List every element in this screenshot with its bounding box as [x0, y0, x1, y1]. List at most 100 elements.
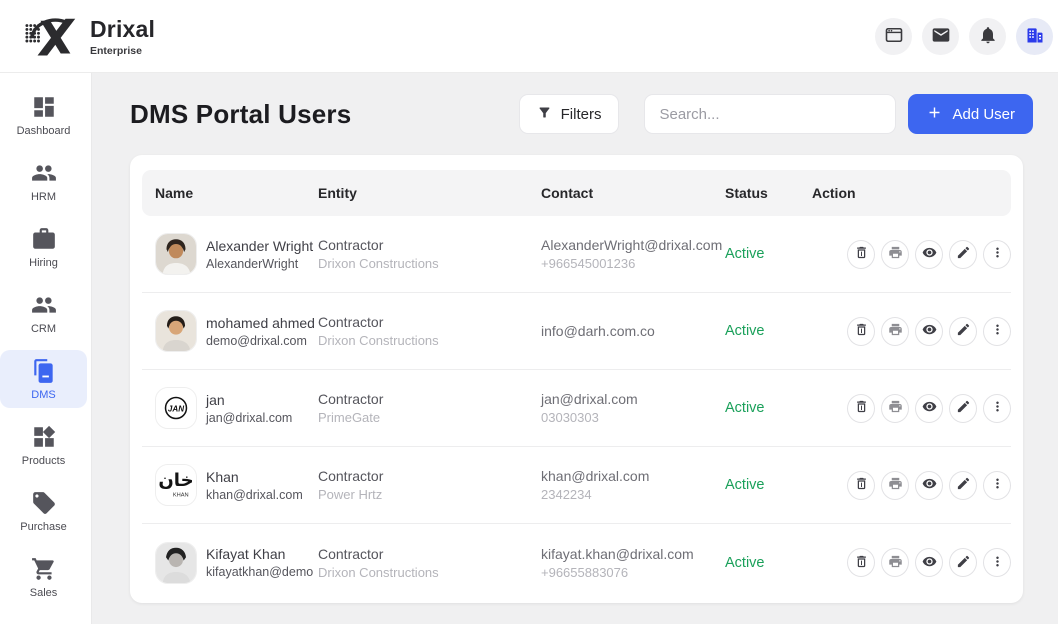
filters-button[interactable]: Filters	[519, 94, 620, 134]
user-name: Khan	[206, 469, 303, 485]
delete-button[interactable]	[847, 240, 875, 269]
photo-man-avatar	[155, 233, 197, 275]
column-header-name: Name	[142, 185, 305, 201]
more-vertical-icon	[990, 399, 1005, 417]
sidebar-item-dashboard[interactable]: Dashboard	[0, 86, 87, 144]
contact-email: jan@drixal.com	[541, 391, 712, 407]
status-badge: Active	[725, 246, 765, 262]
print-button[interactable]	[881, 471, 909, 500]
contact-phone: +96655883076	[541, 565, 712, 580]
table-header-row: NameEntityContactStatusAction	[142, 170, 1011, 216]
trash-icon	[854, 399, 869, 417]
contact-phone: 03030303	[541, 410, 712, 425]
more-button[interactable]	[983, 240, 1011, 269]
entity-type: Contractor	[318, 546, 528, 562]
view-button[interactable]	[915, 317, 943, 346]
contact-phone: +966545001236	[541, 256, 712, 271]
delete-button[interactable]	[847, 471, 875, 500]
search-input[interactable]	[644, 94, 896, 134]
printer-icon	[888, 399, 903, 417]
company-button[interactable]	[1016, 18, 1053, 55]
sidebar-item-products[interactable]: Products	[0, 416, 87, 474]
brand-tagline: Enterprise	[90, 45, 155, 57]
main-content: DMS Portal Users Filters Add User NameEn…	[92, 73, 1058, 624]
status-badge: Active	[725, 323, 765, 339]
edit-button[interactable]	[949, 394, 977, 423]
trash-icon	[854, 245, 869, 263]
printer-icon	[888, 322, 903, 340]
sidebar-item-purchase[interactable]: Purchase	[0, 482, 87, 540]
cart-icon	[31, 556, 57, 582]
entity-type: Contractor	[318, 391, 528, 407]
delete-button[interactable]	[847, 317, 875, 346]
status-badge: Active	[725, 555, 765, 571]
printer-icon	[888, 554, 903, 572]
eye-icon	[922, 554, 937, 572]
sidebar-item-label: Purchase	[20, 521, 66, 533]
plus-icon	[926, 104, 943, 125]
pencil-icon	[956, 476, 971, 494]
sidebar-item-hrm[interactable]: HRM	[0, 152, 87, 210]
more-button[interactable]	[983, 317, 1011, 346]
print-button[interactable]	[881, 548, 909, 577]
mail-icon	[931, 25, 951, 48]
contact-phone: 2342234	[541, 487, 712, 502]
view-button[interactable]	[915, 240, 943, 269]
eye-icon	[922, 322, 937, 340]
view-button[interactable]	[915, 548, 943, 577]
building-icon	[1025, 25, 1045, 48]
more-button[interactable]	[983, 548, 1011, 577]
sidebar-item-pos[interactable]: POS	[0, 614, 87, 624]
print-button[interactable]	[881, 317, 909, 346]
sidebar-item-label: Sales	[30, 587, 58, 599]
user-subtext: kifayatkhan@demo	[206, 565, 313, 579]
view-button[interactable]	[915, 394, 943, 423]
sidebar-item-label: Hiring	[29, 257, 58, 269]
sidebar-item-crm[interactable]: CRM	[0, 284, 87, 342]
entity-type: Contractor	[318, 314, 528, 330]
print-button[interactable]	[881, 394, 909, 423]
sidebar-item-label: Dashboard	[17, 125, 71, 137]
notifications-button[interactable]	[969, 18, 1006, 55]
sidebar-item-dms[interactable]: DMS	[0, 350, 87, 408]
window-button[interactable]	[875, 18, 912, 55]
filters-button-label: Filters	[561, 106, 602, 123]
filter-funnel-icon	[537, 105, 552, 124]
more-button[interactable]	[983, 394, 1011, 423]
edit-button[interactable]	[949, 471, 977, 500]
brand-name: Drixal	[90, 16, 155, 43]
sidebar-item-label: DMS	[31, 389, 55, 401]
brand: Drixal Enterprise	[24, 12, 155, 60]
edit-button[interactable]	[949, 317, 977, 346]
more-vertical-icon	[990, 245, 1005, 263]
delete-button[interactable]	[847, 548, 875, 577]
people-icon	[31, 160, 57, 186]
add-user-button[interactable]: Add User	[908, 94, 1033, 134]
more-button[interactable]	[983, 471, 1011, 500]
trash-icon	[854, 322, 869, 340]
eye-icon	[922, 245, 937, 263]
photo-man-gray-avatar	[155, 542, 197, 584]
delete-button[interactable]	[847, 394, 875, 423]
sidebar-item-label: CRM	[31, 323, 56, 335]
svg-text:خان: خان	[158, 470, 193, 491]
svg-text:KHAN: KHAN	[173, 492, 189, 498]
user-subtext: jan@drixal.com	[206, 411, 292, 425]
sidebar: Dashboard HRM Hiring CRM DMS Products Purchase…	[0, 73, 92, 624]
contact-email: khan@drixal.com	[541, 468, 712, 484]
pencil-icon	[956, 554, 971, 572]
entity-name: Drixon Constructions	[318, 333, 528, 348]
sidebar-item-label: Products	[22, 455, 65, 467]
printer-icon	[888, 476, 903, 494]
edit-button[interactable]	[949, 240, 977, 269]
window-icon	[884, 25, 904, 48]
contact-email: kifayat.khan@drixal.com	[541, 546, 712, 562]
mail-button[interactable]	[922, 18, 959, 55]
table-body: Alexander Wright AlexanderWright Contrac…	[142, 216, 1011, 601]
trash-icon	[854, 476, 869, 494]
view-button[interactable]	[915, 471, 943, 500]
sidebar-item-hiring[interactable]: Hiring	[0, 218, 87, 276]
print-button[interactable]	[881, 240, 909, 269]
sidebar-item-sales[interactable]: Sales	[0, 548, 87, 606]
edit-button[interactable]	[949, 548, 977, 577]
